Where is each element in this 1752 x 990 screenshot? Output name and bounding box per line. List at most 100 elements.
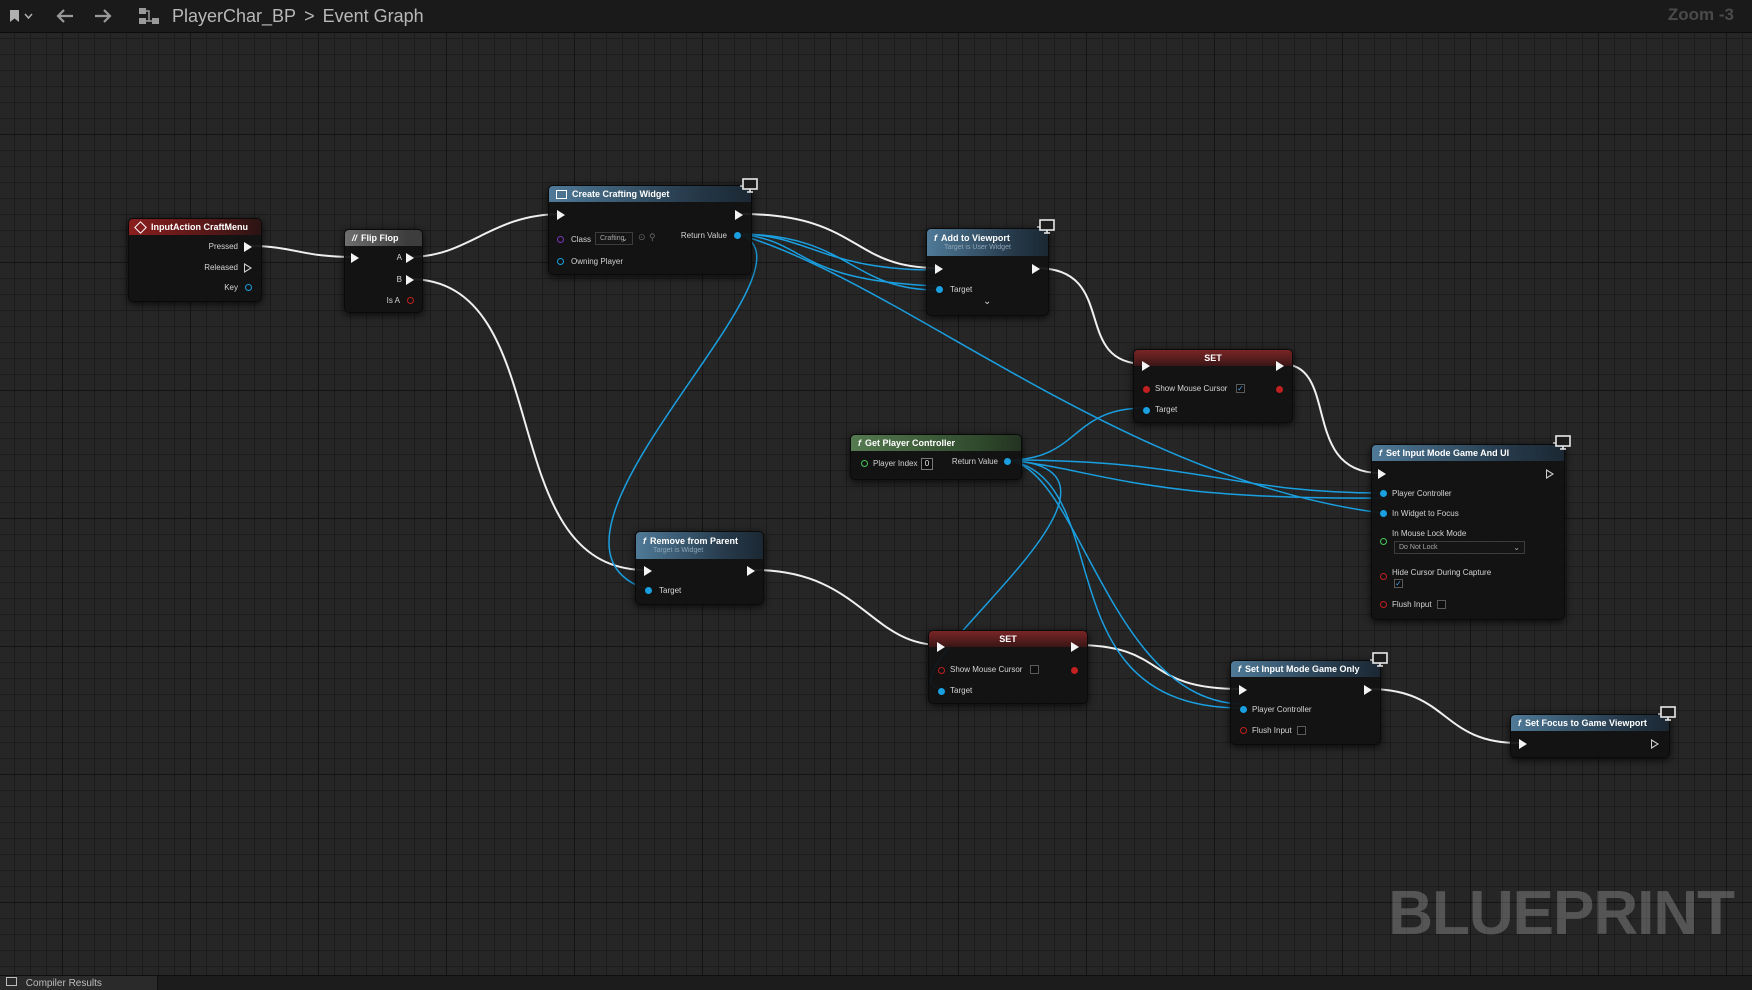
exec-output-pin[interactable] (735, 210, 743, 220)
exec-output-pin[interactable] (747, 566, 755, 576)
target-pin[interactable] (936, 286, 943, 293)
node-title: Set Input Mode Game Only (1245, 664, 1360, 674)
back-arrow-icon[interactable] (50, 0, 80, 32)
is-a-pin[interactable] (407, 297, 414, 304)
event-diamond-icon (134, 220, 147, 234)
node-set-input-mode-game-and-ui[interactable]: f Set Input Mode Game And UI Player Cont… (1371, 444, 1565, 620)
search-icon[interactable]: ⚲ (649, 232, 656, 243)
node-title: Set Input Mode Game And UI (1386, 448, 1510, 458)
node-subtitle: Target is User Widget (944, 244, 1011, 251)
exec-pin-released[interactable] (244, 263, 252, 273)
node-flip-flop[interactable]: // Flip Flop A B Is A (344, 229, 423, 313)
widget-icon (556, 189, 567, 199)
exec-input-pin[interactable] (1239, 685, 1247, 695)
node-get-player-controller[interactable]: f Get Player Controller Player Index 0 R… (850, 434, 1022, 480)
exec-input-pin[interactable] (1519, 739, 1527, 749)
node-create-crafting-widget[interactable]: Create Crafting Widget Class Crafting ⌄ … (548, 185, 752, 275)
pin-label-owning-player: Owning Player (571, 257, 624, 266)
node-set-show-mouse-cursor-true[interactable]: SET Show Mouse Cursor ✓ Target (1133, 349, 1293, 423)
function-icon: f (1238, 664, 1241, 674)
pin-label-target: Target (950, 686, 973, 695)
hide-cursor-checkbox[interactable]: ✓ (1394, 579, 1403, 588)
exec-pin-pressed[interactable] (244, 242, 252, 252)
mouse-lock-mode-pin[interactable] (1380, 538, 1387, 545)
macro-icon: // (352, 233, 358, 243)
show-cursor-checkbox[interactable] (1030, 665, 1039, 674)
exec-input-pin[interactable] (935, 264, 943, 274)
class-pin[interactable] (557, 236, 564, 243)
return-value-pin[interactable] (734, 232, 741, 239)
hide-cursor-pin[interactable] (1380, 573, 1387, 580)
node-add-to-viewport[interactable]: f Add to Viewport Target is User Widget … (926, 228, 1049, 316)
pin-label-target: Target (950, 285, 973, 294)
exec-input-pin[interactable] (557, 210, 565, 220)
exec-input-pin[interactable] (1378, 469, 1386, 479)
exec-output-pin[interactable] (1032, 264, 1040, 274)
show-cursor-output-pin[interactable] (1276, 386, 1283, 393)
node-title: Remove from Parent (650, 536, 739, 546)
pin-label-hide-cursor: Hide Cursor During Capture (1392, 568, 1492, 577)
exec-output-pin[interactable] (1276, 361, 1284, 371)
browse-icon[interactable]: ⊙ (638, 232, 646, 243)
node-remove-from-parent[interactable]: f Remove from Parent Target is Widget Ta… (635, 531, 764, 605)
key-pin[interactable] (245, 284, 252, 291)
forward-arrow-icon[interactable] (88, 0, 118, 32)
monitor-icon (1657, 706, 1677, 726)
pin-label-flush-input: Flush Input (1252, 726, 1292, 735)
exec-output-pin[interactable] (1071, 642, 1079, 652)
target-pin[interactable] (645, 587, 652, 594)
breadcrumb-blueprint[interactable]: PlayerChar_BP (172, 6, 296, 27)
show-cursor-pin[interactable] (1143, 386, 1150, 393)
return-value-pin[interactable] (1004, 458, 1011, 465)
show-cursor-checkbox[interactable]: ✓ (1236, 384, 1245, 393)
exec-input-pin[interactable] (1142, 361, 1150, 371)
show-cursor-pin[interactable] (938, 667, 945, 674)
node-input-action-craftmenu[interactable]: InputAction CraftMenu Pressed Released K… (128, 218, 262, 302)
flush-input-pin[interactable] (1380, 601, 1387, 608)
chevron-down-icon[interactable]: ⌄ (983, 296, 991, 307)
graph-toolbar: PlayerChar_BP > Event Graph Zoom -3 (0, 0, 1752, 33)
owning-player-pin[interactable] (557, 258, 564, 265)
exec-input-pin[interactable] (937, 642, 945, 652)
exec-input-pin[interactable] (351, 253, 359, 263)
flush-input-pin[interactable] (1240, 727, 1247, 734)
target-pin[interactable] (1143, 407, 1150, 414)
compiler-results-tab[interactable]: Compiler Results (0, 976, 158, 990)
breadcrumb-graph[interactable]: Event Graph (323, 6, 424, 27)
node-set-focus-to-game-viewport[interactable]: f Set Focus to Game Viewport (1510, 714, 1670, 758)
bottom-panel-bar: Compiler Results (0, 975, 1752, 990)
pin-label-a: A (396, 253, 402, 262)
chevron-down-icon[interactable] (22, 0, 34, 32)
zoom-level: Zoom -3 (1667, 5, 1734, 24)
function-icon: f (1379, 448, 1382, 458)
exec-output-pin[interactable] (1364, 685, 1372, 695)
player-controller-pin[interactable] (1240, 706, 1247, 713)
pin-label-class: Class (571, 235, 592, 244)
player-index-field[interactable]: 0 (921, 458, 933, 470)
exec-pin-a[interactable] (406, 253, 414, 263)
compiler-results-icon (6, 977, 17, 986)
pin-label-player-controller: Player Controller (1392, 489, 1452, 498)
bookmark-icon[interactable] (6, 0, 22, 32)
class-dropdown[interactable]: Crafting ⌄ (595, 232, 633, 245)
node-set-input-mode-game-only[interactable]: f Set Input Mode Game Only Player Contro… (1230, 660, 1381, 745)
exec-input-pin[interactable] (644, 566, 652, 576)
flush-input-checkbox[interactable] (1297, 726, 1306, 735)
exec-output-pin[interactable] (1546, 469, 1554, 479)
exec-output-pin[interactable] (1651, 739, 1659, 749)
show-cursor-output-pin[interactable] (1071, 667, 1078, 674)
flush-input-checkbox[interactable] (1437, 600, 1446, 609)
chevron-down-icon: ⌄ (1513, 543, 1520, 552)
node-set-show-mouse-cursor-false[interactable]: SET Show Mouse Cursor Target (928, 630, 1088, 704)
player-controller-pin[interactable] (1380, 490, 1387, 497)
pin-label-player-index: Player Index (873, 459, 918, 468)
monitor-icon (739, 178, 759, 198)
pin-label-mouse-lock-mode: In Mouse Lock Mode (1392, 529, 1467, 538)
exec-pin-b[interactable] (406, 275, 414, 285)
player-index-pin[interactable] (861, 460, 868, 467)
chevron-down-icon: ⌄ (621, 234, 628, 243)
target-pin[interactable] (938, 688, 945, 695)
mouse-lock-mode-dropdown[interactable]: Do Not Lock ⌄ (1394, 541, 1525, 554)
pin-label-widget-to-focus: In Widget to Focus (1392, 509, 1459, 518)
widget-to-focus-pin[interactable] (1380, 510, 1387, 517)
